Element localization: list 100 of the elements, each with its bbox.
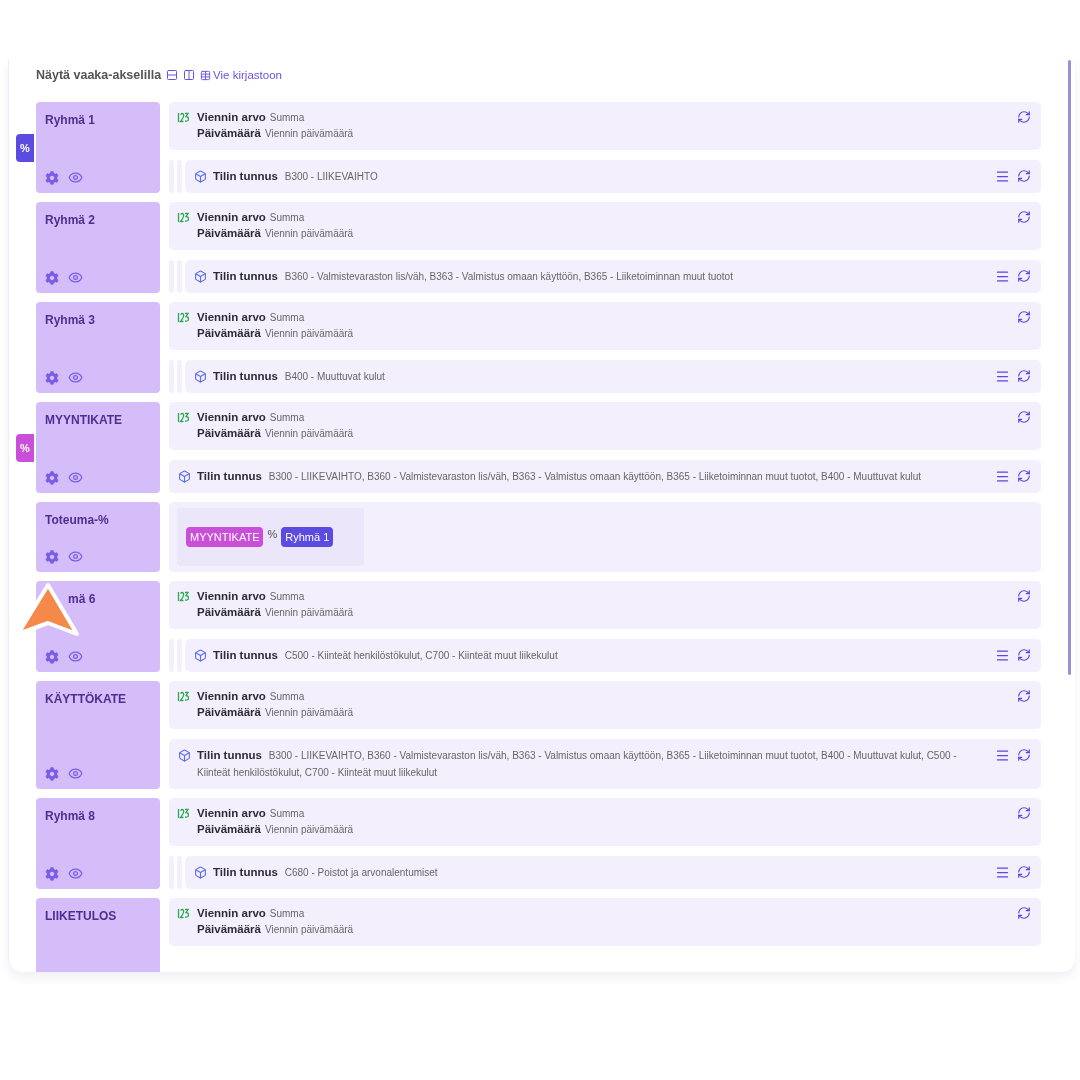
date-value: Viennin päivämäärä [264, 428, 354, 440]
settings-icon[interactable] [45, 170, 59, 185]
menu-icon[interactable] [995, 648, 1010, 663]
eye-icon[interactable] [68, 649, 83, 664]
cube-icon [194, 649, 207, 662]
date-label: Päivämäärä [197, 427, 261, 440]
group-name: Ryhmä 8 [45, 809, 97, 823]
percent-tag[interactable]: % [16, 134, 34, 162]
settings-icon[interactable] [45, 549, 59, 564]
refresh-icon[interactable] [1017, 469, 1031, 483]
table-icon [200, 69, 212, 81]
eye-icon[interactable] [68, 766, 83, 781]
refresh-icon[interactable] [1017, 806, 1031, 821]
date-label: Päivämäärä [197, 823, 261, 836]
percent-tag[interactable]: % [16, 434, 34, 462]
refresh-icon[interactable] [1017, 410, 1031, 425]
export-link[interactable]: Vie kirjastoon [200, 69, 282, 81]
group-name: mä 6 [67, 592, 97, 606]
settings-icon[interactable] [45, 649, 59, 664]
measure-label: Viennin arvo [197, 111, 266, 124]
refresh-icon[interactable] [1017, 689, 1031, 704]
menu-icon[interactable] [995, 748, 1010, 763]
dimension-text: Tilin tunnus B300 - LIIKEVAIHTO, B360 - Valmistevaraston lis/väh, B363 - Valmistus omaan käyttöön, B365 - Liiketoiminnan muut tuotot, B400 - Muuttuvat kulut [197, 469, 923, 484]
measure-value: Summa [269, 312, 305, 324]
number-icon [177, 311, 189, 323]
menu-icon[interactable] [995, 169, 1010, 184]
eye-icon[interactable] [68, 170, 83, 185]
columns-icon[interactable] [183, 69, 196, 81]
menu-icon[interactable] [995, 865, 1010, 880]
dimension-text: Tilin tunnus C500 - Kiinteät henkilöstökulut, C700 - Kiinteät muut liikekulut [213, 648, 559, 663]
date-value: Viennin päivämäärä [264, 228, 354, 240]
measure-label: Viennin arvo [197, 690, 266, 703]
menu-icon[interactable] [995, 369, 1010, 384]
cube-icon [194, 270, 207, 283]
formula-operator: % [267, 528, 278, 540]
dimension-text: Tilin tunnus B360 - Valmistevaraston lis/väh, B363 - Valmistus omaan käyttöön, B365 - Liiketoiminnan muut tuotot [213, 269, 734, 284]
cube-icon [194, 370, 207, 383]
date-label: Päivämäärä [197, 227, 261, 240]
date-label: Päivämäärä [197, 706, 261, 719]
measure-value: Summa [269, 212, 305, 224]
group-name: Ryhmä 1 [45, 113, 97, 127]
date-label: Päivämäärä [197, 923, 261, 936]
menu-icon[interactable] [995, 469, 1010, 484]
group-name: MYYNTIKATE [45, 413, 124, 427]
measure-label: Viennin arvo [197, 411, 266, 424]
rows-icon[interactable] [166, 69, 179, 81]
date-label: Päivämäärä [197, 327, 261, 340]
eye-icon[interactable] [68, 370, 83, 385]
number-icon [177, 590, 189, 602]
formula-token[interactable]: Ryhmä 1 [281, 527, 334, 547]
measure-value: Summa [269, 908, 305, 920]
measure-value: Summa [269, 412, 305, 424]
refresh-icon[interactable] [1017, 310, 1031, 325]
date-value: Viennin päivämäärä [264, 128, 354, 140]
refresh-icon[interactable] [1017, 748, 1031, 762]
cube-icon [178, 749, 191, 762]
date-value: Viennin päivämäärä [264, 924, 354, 936]
number-icon [177, 690, 189, 702]
date-label: Päivämäärä [197, 127, 261, 140]
number-icon [177, 907, 189, 919]
refresh-icon[interactable] [1017, 648, 1031, 662]
measure-value: Summa [269, 691, 305, 703]
refresh-icon[interactable] [1017, 906, 1031, 921]
settings-icon[interactable] [45, 270, 59, 285]
settings-icon[interactable] [45, 866, 59, 881]
cube-icon [194, 866, 207, 879]
dimension-text: Tilin tunnus B400 - Muuttuvat kulut [213, 369, 386, 384]
dimension-text: Tilin tunnus B300 - LIIKEVAIHTO, B360 - Valmistevaraston lis/väh, B363 - Valmistus omaan käyttöön, B365 - Liiketoiminnan muut tuotot, B400 - Muuttuvat kulut, C500 - Kiinteät henkilöstökulut, C700 - Kiinteät muut liikekulut [197, 748, 958, 780]
date-value: Viennin päivämäärä [264, 607, 354, 619]
settings-icon[interactable] [45, 470, 59, 485]
dimension-text: Tilin tunnus C680 - Poistot ja arvonalentumiset [213, 865, 439, 880]
group-name: KÄYTTÖKATE [45, 692, 128, 706]
eye-icon[interactable] [68, 549, 83, 564]
number-icon [177, 211, 189, 223]
scrollbar[interactable] [1068, 60, 1071, 675]
date-value: Viennin päivämäärä [264, 707, 354, 719]
eye-icon[interactable] [68, 270, 83, 285]
refresh-icon[interactable] [1017, 110, 1031, 125]
refresh-icon[interactable] [1017, 169, 1031, 183]
section-title: Näytä vaaka-akselilla [36, 68, 162, 82]
refresh-icon[interactable] [1017, 589, 1031, 604]
group-name: LIIKETULOS [45, 909, 118, 923]
number-icon [177, 411, 189, 423]
group-name: Toteuma-% [45, 513, 110, 527]
measure-label: Viennin arvo [197, 590, 266, 603]
dimension-text: Tilin tunnus B300 - LIIKEVAIHTO [213, 169, 379, 184]
measure-value: Summa [269, 112, 305, 124]
refresh-icon[interactable] [1017, 369, 1031, 383]
menu-icon[interactable] [995, 269, 1010, 284]
refresh-icon[interactable] [1017, 865, 1031, 879]
settings-icon[interactable] [45, 766, 59, 781]
eye-icon[interactable] [68, 866, 83, 881]
refresh-icon[interactable] [1017, 269, 1031, 283]
date-value: Viennin päivämäärä [264, 824, 354, 836]
formula-token[interactable]: MYYNTIKATE [186, 527, 264, 547]
date-label: Päivämäärä [197, 606, 261, 619]
settings-icon[interactable] [45, 370, 59, 385]
group-name: Ryhmä 2 [45, 213, 97, 227]
refresh-icon[interactable] [1017, 210, 1031, 225]
eye-icon[interactable] [68, 470, 83, 485]
